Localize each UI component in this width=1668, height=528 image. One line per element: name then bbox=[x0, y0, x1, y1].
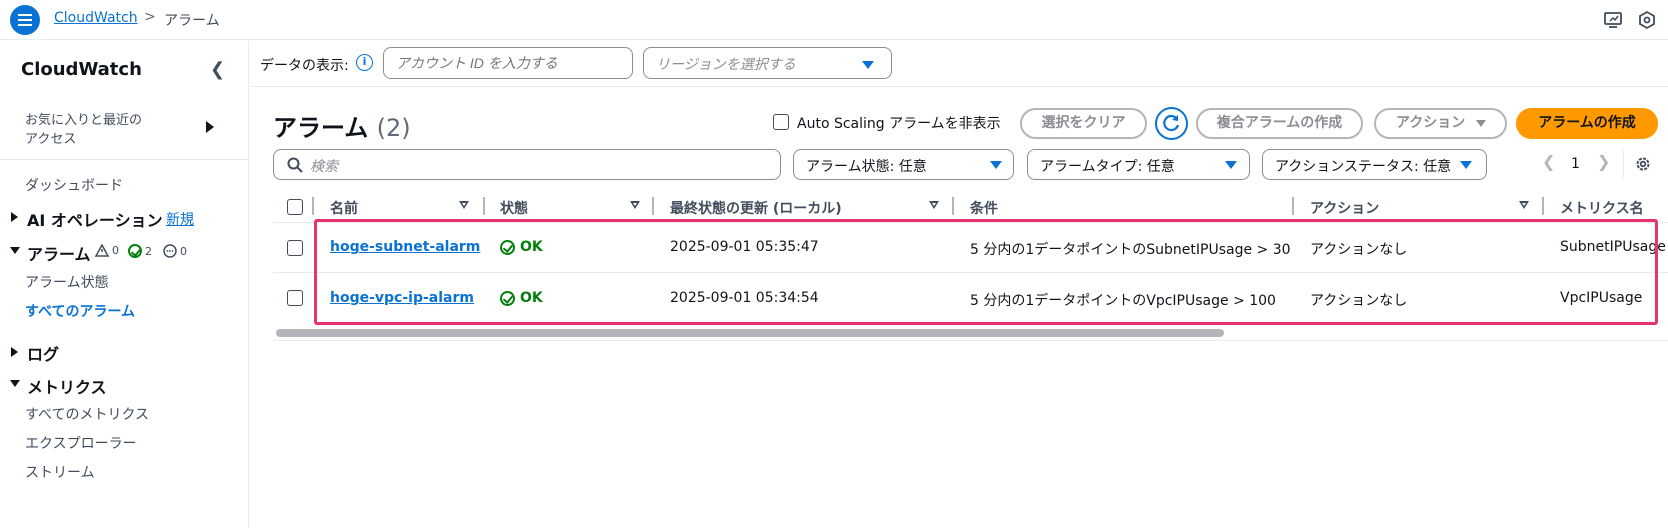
new-badge[interactable]: 新規 bbox=[166, 209, 194, 229]
data-display-label: データの表示: bbox=[260, 58, 349, 74]
sidebar-item-alarm-state[interactable]: アラーム状態 bbox=[25, 272, 109, 292]
column-header-metric-name[interactable]: メトリクス名 bbox=[1560, 198, 1644, 218]
refresh-button[interactable] bbox=[1155, 107, 1188, 140]
sidebar-item-streams[interactable]: ストリーム bbox=[25, 462, 95, 482]
alarm-count-alarm: 0 bbox=[95, 244, 119, 257]
column-header-name[interactable]: 名前 bbox=[330, 198, 358, 218]
actions-dropdown-icon bbox=[1476, 120, 1486, 127]
alarm-state-filter-label: アラーム状態: 任意 bbox=[806, 159, 927, 175]
column-separator[interactable] bbox=[952, 197, 954, 215]
hide-autoscaling-label[interactable]: Auto Scaling アラームを非表示 bbox=[797, 113, 1001, 133]
top-navigation: CloudWatch > アラーム bbox=[0, 0, 1668, 40]
row-checkbox[interactable] bbox=[287, 240, 303, 256]
sidebar-section-ai-ops[interactable]: AI オペレーション bbox=[27, 207, 163, 231]
alarm-count-ok-value: 2 bbox=[145, 244, 152, 258]
collapse-alarms-icon[interactable] bbox=[10, 247, 20, 254]
data-display-bar: データの表示: i リージョンを選択する bbox=[250, 41, 1668, 87]
column-separator[interactable] bbox=[652, 197, 654, 215]
alarm-type-filter[interactable]: アラームタイプ: 任意 bbox=[1027, 149, 1250, 180]
collapse-metrics-icon[interactable] bbox=[10, 380, 20, 387]
sidebar-item-favorites[interactable]: お気に入りと最近の アクセス bbox=[25, 111, 175, 149]
previous-page-icon[interactable]: ❮ bbox=[1542, 152, 1555, 171]
alarm-count-insufficient: 0 bbox=[163, 244, 187, 258]
settings-hex-icon[interactable] bbox=[1637, 10, 1657, 30]
alarm-type-dropdown-icon bbox=[1225, 161, 1237, 169]
select-all-checkbox[interactable] bbox=[287, 199, 303, 215]
account-id-input[interactable] bbox=[383, 47, 633, 79]
alarm-count-alarm-value: 0 bbox=[112, 244, 119, 257]
action-status-filter[interactable]: アクションステータス: 任意 bbox=[1262, 149, 1487, 180]
side-navigation: CloudWatch ❮ お気に入りと最近の アクセス ダッシュボード AI オ… bbox=[0, 41, 249, 528]
hide-autoscaling-checkbox[interactable] bbox=[773, 114, 789, 130]
alarm-count-insufficient-value: 0 bbox=[180, 244, 187, 258]
info-icon[interactable]: i bbox=[356, 54, 373, 71]
actions-button[interactable]: アクション bbox=[1374, 108, 1507, 139]
column-separator[interactable] bbox=[483, 197, 485, 215]
region-select[interactable]: リージョンを選択する bbox=[643, 47, 892, 79]
alarm-state-dropdown-icon bbox=[990, 161, 1002, 169]
create-composite-alarm-button[interactable]: 複合アラームの作成 bbox=[1196, 108, 1363, 139]
alarm-count: (2) bbox=[376, 114, 411, 142]
sidebar-item-dashboard[interactable]: ダッシュボード bbox=[25, 175, 123, 195]
ok-status-icon bbox=[128, 244, 142, 258]
sidebar-item-explorer[interactable]: エクスプローラー bbox=[25, 433, 137, 453]
table-settings-icon[interactable] bbox=[1634, 155, 1652, 173]
column-header-conditions[interactable]: 条件 bbox=[970, 198, 998, 218]
sort-icon[interactable] bbox=[459, 201, 469, 209]
column-header-last-updated[interactable]: 最終状態の更新 (ローカル) bbox=[670, 198, 842, 218]
expand-favorites-icon[interactable] bbox=[206, 121, 214, 133]
collapse-sidebar-icon[interactable]: ❮ bbox=[210, 59, 225, 80]
sidebar-section-logs[interactable]: ログ bbox=[27, 341, 59, 365]
column-separator[interactable] bbox=[1292, 197, 1294, 215]
column-header-actions[interactable]: アクション bbox=[1310, 198, 1379, 218]
sidebar-item-all-alarms[interactable]: すべてのアラーム bbox=[25, 301, 135, 321]
pager-divider bbox=[1623, 150, 1624, 178]
actions-button-label: アクション bbox=[1396, 115, 1466, 131]
highlight-box bbox=[314, 219, 1658, 325]
search-box[interactable]: 検索 bbox=[273, 149, 781, 180]
page-title: アラーム (2) bbox=[273, 108, 411, 143]
expand-ai-ops-icon[interactable] bbox=[11, 212, 18, 222]
sort-icon[interactable] bbox=[630, 201, 640, 209]
search-icon bbox=[287, 157, 303, 173]
column-header-state[interactable]: 状態 bbox=[500, 198, 528, 218]
row-checkbox[interactable] bbox=[287, 290, 303, 306]
clear-selection-button[interactable]: 選択をクリア bbox=[1020, 108, 1147, 139]
page-title-text: アラーム bbox=[273, 114, 369, 142]
insufficient-data-icon bbox=[163, 244, 177, 258]
search-placeholder: 検索 bbox=[310, 159, 338, 175]
sidebar-divider bbox=[0, 159, 249, 160]
sidebar-section-metrics[interactable]: メトリクス bbox=[27, 374, 107, 398]
create-alarm-button[interactable]: アラームの作成 bbox=[1516, 108, 1658, 139]
expand-logs-icon[interactable] bbox=[11, 347, 18, 357]
sidebar-item-all-metrics[interactable]: すべてのメトリクス bbox=[25, 404, 149, 424]
sidebar-title[interactable]: CloudWatch bbox=[21, 59, 142, 80]
alarm-type-filter-label: アラームタイプ: 任意 bbox=[1040, 159, 1175, 175]
region-dropdown-icon[interactable] bbox=[862, 61, 874, 69]
next-page-icon[interactable]: ❯ bbox=[1597, 152, 1610, 171]
menu-button[interactable] bbox=[10, 5, 40, 35]
action-status-filter-label: アクションステータス: 任意 bbox=[1275, 159, 1452, 175]
hamburger-icon bbox=[18, 19, 32, 21]
alarm-count-ok: 2 bbox=[128, 244, 152, 258]
refresh-icon bbox=[1163, 114, 1180, 132]
sort-icon[interactable] bbox=[1519, 201, 1529, 209]
screen-icon[interactable] bbox=[1603, 10, 1623, 30]
region-select-placeholder: リージョンを選択する bbox=[656, 57, 796, 73]
sort-icon[interactable] bbox=[929, 201, 939, 209]
table-bottom-divider bbox=[273, 340, 1668, 341]
action-status-dropdown-icon bbox=[1460, 161, 1472, 169]
horizontal-scrollbar[interactable] bbox=[276, 329, 1224, 337]
warning-icon bbox=[95, 244, 109, 257]
breadcrumb-current: アラーム bbox=[164, 13, 220, 29]
breadcrumb-separator: > bbox=[144, 9, 156, 25]
sidebar-section-alarms[interactable]: アラーム bbox=[27, 241, 91, 265]
alarm-state-filter[interactable]: アラーム状態: 任意 bbox=[793, 149, 1014, 180]
column-separator bbox=[312, 197, 314, 215]
page-number[interactable]: 1 bbox=[1571, 156, 1580, 172]
column-separator[interactable] bbox=[1542, 197, 1544, 215]
breadcrumb-cloudwatch[interactable]: CloudWatch bbox=[54, 10, 138, 26]
